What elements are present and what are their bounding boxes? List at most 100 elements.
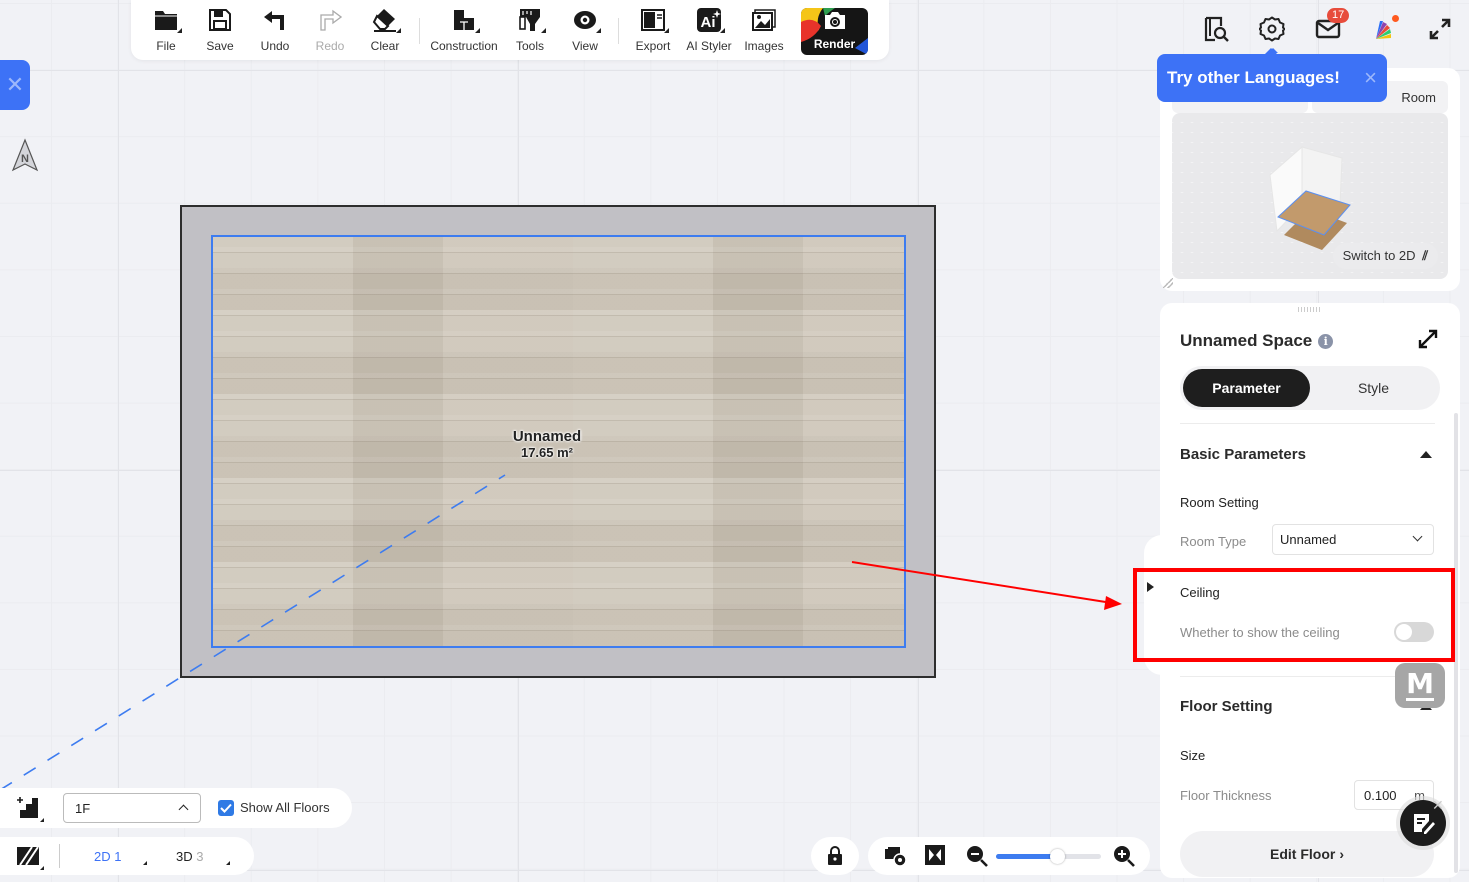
save-button[interactable]: Save bbox=[193, 6, 247, 56]
annotation-arrow-line bbox=[851, 561, 1113, 604]
checkmark-icon bbox=[220, 803, 232, 813]
folder-icon bbox=[152, 6, 182, 34]
room-type-label: Room Type bbox=[1180, 534, 1247, 549]
close-note-icon[interactable]: ✕ bbox=[1432, 797, 1444, 814]
zoom-in-button[interactable] bbox=[1113, 845, 1135, 872]
m-logo-icon: M bbox=[1406, 667, 1434, 701]
view-2d-button[interactable]: 2D 1 bbox=[94, 849, 121, 864]
chevron-up-icon bbox=[178, 804, 189, 815]
ceiling-highlight-box bbox=[1133, 568, 1455, 662]
space-title: Unnamed Space i bbox=[1180, 331, 1334, 351]
toolbar-divider bbox=[419, 18, 420, 44]
eraser-icon bbox=[371, 6, 401, 34]
hatch-pattern-button[interactable] bbox=[16, 846, 44, 870]
view-2d-menu-icon[interactable] bbox=[143, 861, 147, 865]
tab-style[interactable]: Style bbox=[1310, 369, 1437, 407]
note-edit-icon bbox=[1414, 814, 1435, 834]
chevron-right-icon: › bbox=[1339, 846, 1344, 862]
room-type-select[interactable]: Unnamed bbox=[1272, 524, 1434, 555]
zoom-slider-thumb[interactable] bbox=[1049, 849, 1065, 864]
resize-handle[interactable] bbox=[1163, 278, 1173, 288]
edit-floor-button[interactable]: Edit Floor › bbox=[1180, 831, 1434, 877]
undo-button[interactable]: Undo bbox=[247, 6, 303, 56]
section-divider bbox=[1180, 423, 1435, 424]
preview-3d-viewport[interactable]: Switch to 2D ⫽ bbox=[1172, 113, 1448, 279]
fullscreen-button[interactable] bbox=[1425, 14, 1455, 44]
room-label[interactable]: Unnamed 17.65 m² bbox=[480, 428, 614, 460]
tools-icon bbox=[516, 6, 546, 34]
collapse-basic-icon[interactable] bbox=[1420, 451, 1432, 458]
file-button[interactable]: File bbox=[139, 6, 193, 56]
view-button[interactable]: View bbox=[558, 6, 612, 56]
images-button[interactable]: Images bbox=[737, 6, 791, 56]
camera-view-button[interactable] bbox=[884, 845, 908, 872]
show-all-floors-checkbox[interactable] bbox=[218, 800, 234, 816]
eye-icon bbox=[571, 6, 601, 34]
m-widget-button[interactable]: M bbox=[1395, 663, 1445, 708]
lock-icon bbox=[828, 846, 842, 865]
zoom-slider-fill bbox=[996, 854, 1057, 859]
chevron-down-icon bbox=[1412, 531, 1423, 542]
floor-select[interactable]: 1F bbox=[63, 793, 201, 823]
messages-button[interactable]: 17 bbox=[1313, 8, 1350, 44]
room-area: 17.65 m² bbox=[520, 445, 574, 460]
add-floor-button[interactable] bbox=[16, 796, 44, 822]
view-3d-button[interactable]: 3D 3 bbox=[176, 849, 203, 864]
settings-button[interactable] bbox=[1257, 14, 1287, 53]
images-icon bbox=[750, 6, 778, 34]
undo-icon bbox=[261, 6, 289, 34]
construction-icon bbox=[450, 6, 480, 34]
tab-parameter[interactable]: Parameter bbox=[1183, 369, 1310, 407]
floor-controls: 1F Show All Floors bbox=[0, 788, 352, 828]
tools-button[interactable]: Tools bbox=[502, 6, 558, 56]
drag-handle[interactable] bbox=[1298, 307, 1322, 312]
mail-count-badge: 17 bbox=[1327, 8, 1350, 23]
svg-text:Ai: Ai bbox=[701, 14, 716, 31]
notification-dot bbox=[1392, 15, 1399, 22]
redo-button[interactable]: Redo bbox=[303, 6, 357, 56]
zoom-in-icon bbox=[1114, 846, 1135, 867]
camera-icon bbox=[823, 10, 847, 35]
catalog-search-button[interactable] bbox=[1201, 14, 1231, 44]
floor-setting-title[interactable]: Floor Setting bbox=[1180, 698, 1273, 715]
theme-palette-button[interactable] bbox=[1369, 14, 1399, 44]
annotation-arrow-head bbox=[1104, 596, 1122, 610]
main-toolbar: File Save Undo Redo Clear Construction T… bbox=[131, 0, 889, 60]
toolbar-divider bbox=[618, 18, 619, 44]
view-switcher: 2D 1 3D 3 bbox=[0, 837, 254, 875]
expand-panel-button[interactable] bbox=[1418, 329, 1438, 354]
zoom-controls bbox=[868, 837, 1150, 875]
info-icon[interactable]: i bbox=[1318, 333, 1334, 349]
switch-2d-icon: ⫽ bbox=[1422, 248, 1428, 263]
panel-tabs: Parameter Style bbox=[1180, 366, 1440, 410]
construction-button[interactable]: Construction bbox=[426, 6, 502, 56]
floppy-disk-icon bbox=[206, 6, 234, 34]
basic-parameters-title[interactable]: Basic Parameters bbox=[1180, 446, 1306, 463]
tooltip-close-icon[interactable]: × bbox=[1364, 65, 1377, 91]
lock-button[interactable] bbox=[811, 837, 859, 875]
redo-icon bbox=[316, 6, 344, 34]
zoom-slider[interactable] bbox=[996, 849, 1101, 864]
video-camera-icon bbox=[885, 847, 907, 867]
add-floor-stairs-icon bbox=[17, 797, 38, 818]
view-3d-menu-icon[interactable] bbox=[226, 861, 230, 865]
zoom-out-button[interactable] bbox=[966, 845, 988, 872]
show-all-floors-label[interactable]: Show All Floors bbox=[240, 800, 330, 815]
switch-to-2d-button[interactable]: Switch to 2D ⫽ bbox=[1332, 243, 1438, 269]
fit-view-icon bbox=[925, 845, 945, 865]
floor-thickness-label: Floor Thickness bbox=[1180, 788, 1272, 803]
fullscreen-icon bbox=[1429, 18, 1451, 40]
view-divider bbox=[59, 844, 60, 868]
catalog-search-icon bbox=[1204, 16, 1229, 42]
export-button[interactable]: Export bbox=[625, 6, 681, 56]
size-label: Size bbox=[1180, 748, 1206, 763]
ai-styler-icon: Ai bbox=[695, 6, 725, 34]
ai-styler-button[interactable]: Ai AI Styler bbox=[681, 6, 737, 56]
dashed-guide-line bbox=[0, 474, 506, 791]
language-tooltip: Try other Languages! × bbox=[1157, 48, 1387, 102]
clear-button[interactable]: Clear bbox=[357, 6, 413, 56]
render-button[interactable]: Render bbox=[801, 8, 868, 55]
fit-view-button[interactable] bbox=[925, 845, 945, 870]
hatch-pattern-icon bbox=[17, 846, 39, 866]
room-name: Unnamed bbox=[512, 428, 582, 445]
